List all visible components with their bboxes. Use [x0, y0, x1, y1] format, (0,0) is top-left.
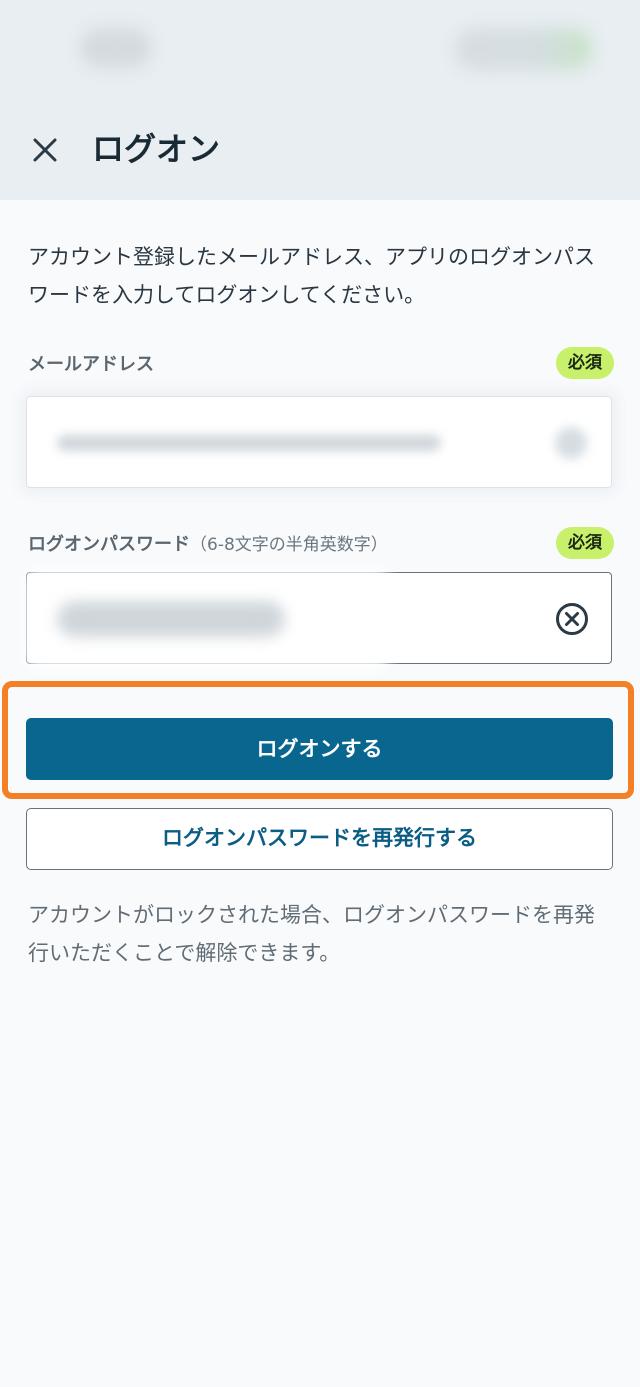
password-input[interactable] — [23, 567, 612, 671]
close-button[interactable] — [22, 127, 68, 173]
password-required-badge: 必須 — [556, 527, 614, 559]
blurred-status-right — [455, 28, 593, 70]
email-label: メールアドレス — [28, 354, 154, 375]
page-title: ログオン — [92, 130, 221, 168]
email-input[interactable] — [26, 396, 612, 488]
login-button[interactable]: ログオンする — [26, 718, 613, 780]
clear-password-button[interactable] — [553, 600, 591, 638]
password-label: ログオンパスワード（6-8文字の半角英数字） — [28, 530, 388, 556]
blurred-password-value — [57, 601, 285, 637]
app-header: ログオン — [0, 100, 640, 200]
email-required-badge: 必須 — [556, 347, 614, 379]
blurred-status-left — [80, 28, 152, 68]
password-label-text: ログオンパスワード — [28, 534, 190, 555]
intro-text: アカウント登録したメールアドレス、アプリのログオンパスワードを入力してログオンし… — [28, 245, 595, 307]
password-hint: （6-8文字の半角英数字） — [190, 535, 388, 555]
blurred-email-value — [57, 435, 441, 451]
status-bar — [0, 0, 640, 100]
close-icon — [33, 138, 57, 162]
reissue-password-button[interactable]: ログオンパスワードを再発行する — [26, 808, 613, 870]
lock-note-text: アカウントがロックされた場合、ログオンパスワードを再発行いただくことで解除できま… — [28, 903, 595, 965]
blurred-clear-icon[interactable] — [555, 427, 587, 459]
clear-circle-icon — [556, 603, 588, 635]
